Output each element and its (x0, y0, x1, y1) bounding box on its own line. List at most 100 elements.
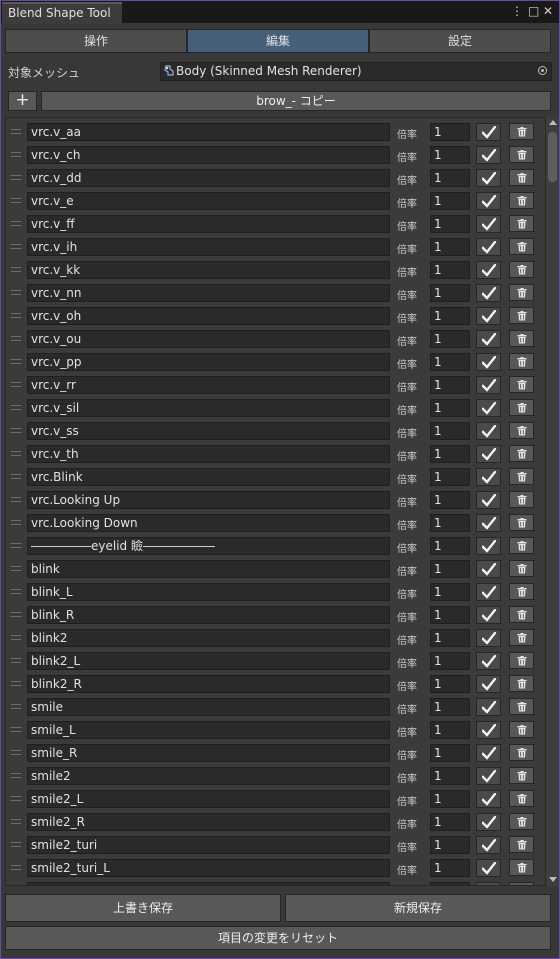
delete-button[interactable] (509, 445, 534, 462)
enabled-checkbox[interactable] (476, 859, 501, 877)
blendshape-name-field[interactable]: smile_R (27, 744, 390, 762)
drag-handle-icon[interactable] (11, 681, 21, 686)
multiplier-input[interactable]: 1 (430, 261, 470, 279)
enabled-checkbox[interactable] (476, 399, 501, 417)
drag-handle-icon[interactable] (11, 267, 21, 272)
drag-handle-icon[interactable] (11, 313, 21, 318)
delete-button[interactable] (509, 652, 534, 669)
enabled-checkbox[interactable] (476, 698, 501, 716)
maximize-icon[interactable]: □ (528, 4, 539, 18)
delete-button[interactable] (509, 813, 534, 830)
close-icon[interactable]: ✕ (543, 4, 553, 18)
delete-button[interactable] (509, 514, 534, 531)
enabled-checkbox[interactable] (476, 353, 501, 371)
menu-icon[interactable]: ⋮ (511, 4, 523, 18)
multiplier-input[interactable]: 1 (430, 215, 470, 233)
multiplier-input[interactable]: 1 (430, 675, 470, 693)
blendshape-name-field[interactable]: vrc.v_ih (27, 238, 390, 256)
drag-handle-icon[interactable] (11, 221, 21, 226)
delete-button[interactable] (509, 284, 534, 301)
blendshape-name-field[interactable]: blink2_L (27, 652, 390, 670)
enabled-checkbox[interactable] (476, 583, 501, 601)
blendshape-name-field[interactable]: vrc.v_rr (27, 376, 390, 394)
delete-button[interactable] (509, 399, 534, 416)
multiplier-input[interactable]: 1 (430, 146, 470, 164)
blendshape-name-field[interactable]: smile2 (27, 767, 390, 785)
enabled-checkbox[interactable] (476, 744, 501, 762)
drag-handle-icon[interactable] (11, 152, 21, 157)
enabled-checkbox[interactable] (476, 560, 501, 578)
delete-button[interactable] (509, 307, 534, 324)
drag-handle-icon[interactable] (11, 704, 21, 709)
scroll-down-arrow-icon[interactable] (549, 877, 557, 882)
multiplier-input[interactable]: 1 (430, 353, 470, 371)
multiplier-input[interactable]: 1 (430, 859, 470, 877)
drag-handle-icon[interactable] (11, 750, 21, 755)
multiplier-input[interactable]: 1 (430, 238, 470, 256)
enabled-checkbox[interactable] (476, 238, 501, 256)
multiplier-input[interactable]: 1 (430, 560, 470, 578)
drag-handle-icon[interactable] (11, 405, 21, 410)
drag-handle-icon[interactable] (11, 451, 21, 456)
delete-button[interactable] (509, 675, 534, 692)
enabled-checkbox[interactable] (476, 445, 501, 463)
object-picker-icon[interactable] (538, 66, 547, 75)
multiplier-input[interactable]: 1 (430, 744, 470, 762)
blendshape-name-field[interactable]: blink_R (27, 606, 390, 624)
blendshape-name-field[interactable]: vrc.Looking Down (27, 514, 390, 532)
blendshape-name-field[interactable]: blink (27, 560, 390, 578)
multiplier-input[interactable]: 1 (430, 491, 470, 509)
blendshape-name-field[interactable]: smile_L (27, 721, 390, 739)
delete-button[interactable] (509, 698, 534, 715)
enabled-checkbox[interactable] (476, 307, 501, 325)
blendshape-name-field[interactable]: vrc.v_pp (27, 353, 390, 371)
delete-button[interactable] (509, 583, 534, 600)
blendshape-name-field[interactable]: vrc.v_ou (27, 330, 390, 348)
enabled-checkbox[interactable] (476, 261, 501, 279)
delete-button[interactable] (509, 491, 534, 508)
multiplier-input[interactable]: 1 (430, 606, 470, 624)
multiplier-input[interactable]: 1 (430, 445, 470, 463)
enabled-checkbox[interactable] (476, 468, 501, 486)
blendshape-name-field[interactable]: blink2_R (27, 675, 390, 693)
blendshape-name-field[interactable]: vrc.v_ss (27, 422, 390, 440)
enabled-checkbox[interactable] (476, 652, 501, 670)
enabled-checkbox[interactable] (476, 491, 501, 509)
delete-button[interactable] (509, 859, 534, 876)
enabled-checkbox[interactable] (476, 422, 501, 440)
enabled-checkbox[interactable] (476, 836, 501, 854)
window-title-tab[interactable]: Blend Shape Tool (2, 2, 122, 24)
blendshape-name-field[interactable]: vrc.v_e (27, 192, 390, 210)
delete-button[interactable] (509, 721, 534, 738)
multiplier-input[interactable]: 1 (430, 192, 470, 210)
drag-handle-icon[interactable] (11, 359, 21, 364)
blendshape-name-field[interactable]: smile2_turi_L (27, 859, 390, 877)
blendshape-name-field[interactable]: vrc.v_ch (27, 146, 390, 164)
drag-handle-icon[interactable] (11, 773, 21, 778)
multiplier-input[interactable]: 1 (430, 537, 470, 555)
drag-handle-icon[interactable] (11, 129, 21, 134)
target-mesh-field[interactable]: Body (Skinned Mesh Renderer) (160, 62, 552, 81)
delete-button[interactable] (509, 629, 534, 646)
blendshape-name-field[interactable]: vrc.v_oh (27, 307, 390, 325)
blendshape-name-field[interactable]: vrc.Looking Up (27, 491, 390, 509)
delete-button[interactable] (509, 790, 534, 807)
delete-button[interactable] (509, 169, 534, 186)
enabled-checkbox[interactable] (476, 192, 501, 210)
delete-button[interactable] (509, 353, 534, 370)
overwrite-save-button[interactable]: 上書き保存 (5, 894, 281, 922)
scroll-up-arrow-icon[interactable] (549, 120, 557, 125)
enabled-checkbox[interactable] (476, 537, 501, 555)
drag-handle-icon[interactable] (11, 290, 21, 295)
delete-button[interactable] (509, 537, 534, 554)
enabled-checkbox[interactable] (476, 284, 501, 302)
drag-handle-icon[interactable] (11, 244, 21, 249)
blendshape-name-field[interactable]: smile2_turi (27, 836, 390, 854)
new-save-button[interactable]: 新規保存 (285, 894, 551, 922)
delete-button[interactable] (509, 882, 534, 885)
multiplier-input[interactable]: 1 (430, 652, 470, 670)
blendshape-name-field[interactable]: vrc.v_aa (27, 123, 390, 141)
delete-button[interactable] (509, 238, 534, 255)
multiplier-input[interactable]: 1 (430, 813, 470, 831)
delete-button[interactable] (509, 123, 534, 140)
